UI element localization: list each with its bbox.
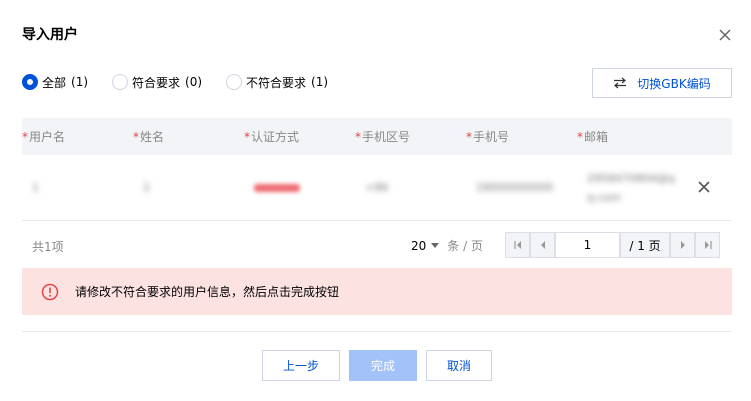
- header-label: 手机号: [473, 130, 510, 144]
- close-icon[interactable]: [716, 26, 734, 44]
- header-label: 用户名: [29, 130, 66, 144]
- header-label: 邮箱: [584, 130, 609, 144]
- header-label: 姓名: [140, 130, 165, 144]
- footer-divider: [22, 331, 732, 332]
- auth-method-invalid-value: [254, 183, 300, 192]
- caret-down-icon: [431, 243, 440, 248]
- header-email: * 邮箱: [577, 128, 688, 145]
- header-username: * 用户名: [22, 128, 133, 145]
- next-page-icon: [680, 241, 685, 249]
- alert-message: 请修改不符合要求的用户信息，然后点击完成按钮: [75, 285, 340, 299]
- filter-invalid[interactable]: 不符合要求 (1): [226, 74, 328, 91]
- page-size-value: 20: [411, 238, 427, 253]
- user-import-table: * 用户名 * 姓名 * 认证方式 * 手机区号 * 手机号 * 邮箱 1 2 +86 18…: [22, 118, 732, 221]
- error-circle-icon: [41, 283, 59, 300]
- phone-value: 18000000000: [476, 181, 553, 194]
- filter-all[interactable]: 全部 (1): [22, 74, 88, 91]
- username-value: 1: [32, 181, 39, 194]
- cell-email[interactable]: 2958470804@q q.com: [577, 172, 688, 204]
- dialog-title: 导入用户: [22, 27, 78, 43]
- header-phone: * 手机号: [466, 128, 577, 145]
- prev-step-button[interactable]: 上一步: [262, 350, 340, 381]
- finish-button[interactable]: 完成: [349, 350, 417, 381]
- phone-code-value: +86: [365, 181, 389, 194]
- page-size-unit: 条 / 页: [447, 239, 483, 253]
- header-name: * 姓名: [133, 128, 244, 145]
- first-page-icon: [513, 241, 521, 249]
- total-pages: / 1 页: [620, 232, 670, 258]
- required-mark: *: [244, 129, 250, 144]
- prev-page-button[interactable]: [530, 232, 555, 258]
- required-mark: *: [466, 129, 472, 144]
- radio-unchecked-icon[interactable]: [226, 74, 243, 90]
- prev-page-icon: [540, 241, 545, 249]
- required-mark: *: [355, 129, 361, 144]
- required-mark: *: [133, 129, 139, 144]
- cell-phone-code[interactable]: +86: [355, 181, 466, 194]
- cell-auth-method[interactable]: [244, 183, 355, 192]
- filter-radio-group: 全部 (1) 符合要求 (0) 不符合要求 (1): [22, 73, 352, 91]
- swap-icon: [614, 77, 627, 89]
- switch-gbk-encoding-button[interactable]: 切换GBK编码: [592, 68, 732, 98]
- cell-username[interactable]: 1: [22, 181, 133, 194]
- table-row: 1 2 +86 18000000000 2958470804@q q.com: [22, 155, 732, 221]
- radio-unchecked-icon[interactable]: [112, 74, 129, 90]
- last-page-button[interactable]: [695, 232, 720, 258]
- switch-gbk-encoding-label: 切换GBK编码: [637, 76, 711, 91]
- filter-valid[interactable]: 符合要求 (0): [112, 74, 202, 91]
- pagination: 共1项 20 条 / 页 / 1 页: [22, 230, 732, 260]
- error-alert: 请修改不符合要求的用户信息，然后点击完成按钮: [22, 268, 732, 315]
- name-value: 2: [143, 181, 150, 194]
- filter-all-label: 全部: [42, 75, 67, 90]
- page-number-input[interactable]: [555, 232, 620, 258]
- cell-name[interactable]: 2: [133, 181, 244, 194]
- delete-row-icon[interactable]: [696, 179, 712, 195]
- cancel-button[interactable]: 取消: [426, 350, 492, 381]
- required-mark: *: [22, 129, 28, 144]
- header-label: 认证方式: [251, 130, 300, 144]
- first-page-button[interactable]: [505, 232, 530, 258]
- radio-checked-icon[interactable]: [22, 74, 38, 90]
- filter-valid-count: (0): [185, 75, 203, 89]
- total-count: 共1项: [32, 240, 64, 254]
- filter-valid-label: 符合要求: [132, 75, 181, 90]
- required-mark: *: [577, 129, 583, 144]
- header-phone-code: * 手机区号: [355, 128, 466, 145]
- cell-phone[interactable]: 18000000000: [466, 181, 577, 194]
- table-header: * 用户名 * 姓名 * 认证方式 * 手机区号 * 手机号 * 邮箱: [22, 118, 732, 155]
- filter-all-count: (1): [71, 75, 89, 89]
- email-value-line1: 2958470804@q: [587, 171, 675, 185]
- page-size-select[interactable]: 20 条 / 页: [411, 237, 483, 254]
- email-value-line2: q.com: [587, 190, 621, 204]
- header-label: 手机区号: [362, 130, 411, 144]
- filter-invalid-label: 不符合要求: [246, 75, 307, 90]
- next-page-button[interactable]: [670, 232, 695, 258]
- filter-invalid-count: (1): [311, 75, 329, 89]
- last-page-icon: [704, 241, 712, 249]
- header-auth-method: * 认证方式: [244, 128, 355, 145]
